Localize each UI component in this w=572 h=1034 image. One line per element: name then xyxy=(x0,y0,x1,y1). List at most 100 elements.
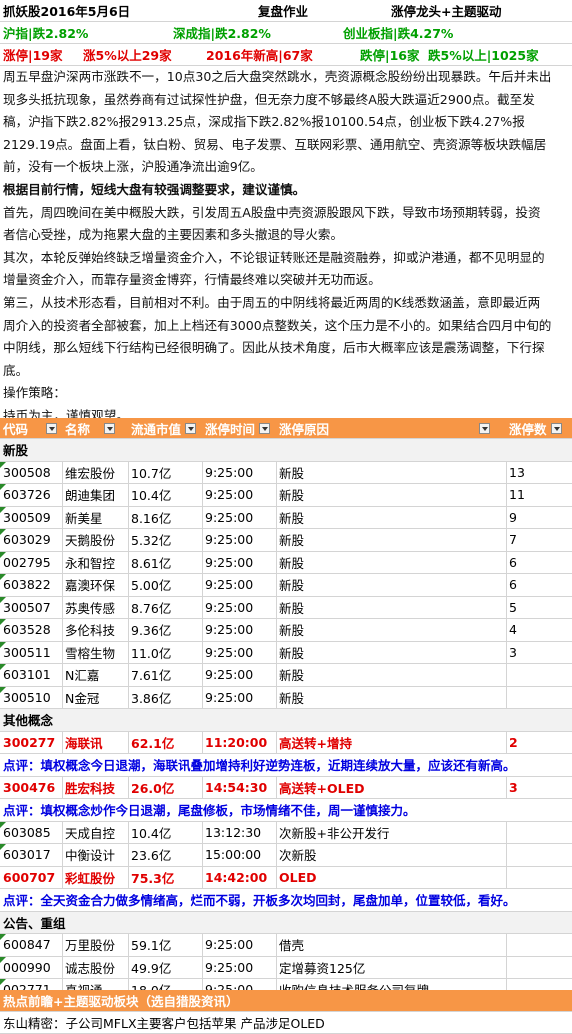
cell-code[interactable]: 300507 xyxy=(0,596,62,619)
cell-time[interactable]: 14:54:30 xyxy=(202,777,276,799)
cell-reason[interactable]: 次新股+非公开发行 xyxy=(276,822,506,844)
cell-reason[interactable]: 定增募资125亿 xyxy=(276,957,506,979)
cell-reason[interactable]: 新股 xyxy=(276,484,506,506)
cell-reason[interactable]: OLED xyxy=(276,867,506,889)
table-row[interactable]: 603017 中衡设计 23.6亿 15:00:00 次新股 xyxy=(0,844,572,867)
cell-count[interactable]: 5 xyxy=(506,597,572,619)
cell-cap[interactable]: 8.61亿 xyxy=(128,552,202,574)
filter-dropdown-icon[interactable] xyxy=(479,422,491,434)
cell-reason[interactable]: 次新股 xyxy=(276,844,506,866)
filter-dropdown-icon[interactable] xyxy=(104,422,116,434)
table-row[interactable]: 603528 多伦科技 9.36亿 9:25:00 新股 4 xyxy=(0,619,572,642)
cell-cap[interactable]: 8.76亿 xyxy=(128,597,202,619)
cell-cap[interactable]: 49.9亿 xyxy=(128,957,202,979)
cell-name[interactable]: 天鹅股份 xyxy=(62,529,128,551)
cell-name[interactable]: 诚志股份 xyxy=(62,957,128,979)
cell-reason[interactable]: 新股 xyxy=(276,642,506,664)
cell-name[interactable]: 新美星 xyxy=(62,507,128,529)
cell-code[interactable]: 300510 xyxy=(0,686,62,709)
cell-time[interactable]: 9:25:00 xyxy=(202,642,276,664)
table-row[interactable]: 300509 新美星 8.16亿 9:25:00 新股 9 xyxy=(0,506,572,529)
cell-name[interactable]: 苏奥传感 xyxy=(62,597,128,619)
cell-code[interactable]: 603101 xyxy=(0,664,62,686)
cell-reason[interactable]: 新股 xyxy=(276,507,506,529)
cell-name[interactable]: 天成自控 xyxy=(62,822,128,844)
cell-name[interactable]: 万里股份 xyxy=(62,934,128,956)
cell-reason[interactable]: 新股 xyxy=(276,529,506,551)
table-row[interactable]: 000990 诚志股份 49.9亿 9:25:00 定增募资125亿 xyxy=(0,956,572,979)
cell-name[interactable]: 多伦科技 xyxy=(62,619,128,641)
table-row[interactable]: 603101 N汇嘉 7.61亿 9:25:00 新股 xyxy=(0,664,572,687)
cell-name[interactable]: N汇嘉 xyxy=(62,664,128,686)
col-time-header[interactable]: 涨停时间 xyxy=(202,418,276,438)
filter-dropdown-icon[interactable] xyxy=(259,422,271,434)
cell-name[interactable]: 中衡设计 xyxy=(62,844,128,866)
cell-count[interactable]: 9 xyxy=(506,507,572,529)
table-row[interactable]: 603726 朗迪集团 10.4亿 9:25:00 新股 11 xyxy=(0,484,572,507)
cell-cap[interactable]: 5.32亿 xyxy=(128,529,202,551)
cell-reason[interactable]: 借壳 xyxy=(276,934,506,956)
cell-name[interactable]: 彩虹股份 xyxy=(62,867,128,889)
cell-code[interactable]: 603822 xyxy=(0,574,62,596)
cell-code[interactable]: 000990 xyxy=(0,956,62,979)
table-row[interactable]: 300511 雪榕生物 11.0亿 9:25:00 新股 3 xyxy=(0,641,572,664)
cell-time[interactable]: 9:25:00 xyxy=(202,529,276,551)
cell-count[interactable] xyxy=(506,934,572,956)
cell-time[interactable]: 9:25:00 xyxy=(202,574,276,596)
col-reason-header[interactable]: 涨停原因 xyxy=(276,418,506,438)
cell-reason[interactable]: 新股 xyxy=(276,687,506,709)
table-row[interactable]: 300507 苏奥传感 8.76亿 9:25:00 新股 5 xyxy=(0,596,572,619)
table-row[interactable]: 600707 彩虹股份 75.3亿 14:42:00 OLED xyxy=(0,866,572,889)
cell-reason[interactable]: 高送转+OLED xyxy=(276,777,506,799)
cell-code[interactable]: 300277 xyxy=(0,732,62,754)
table-row[interactable]: 603029 天鹅股份 5.32亿 9:25:00 新股 7 xyxy=(0,529,572,552)
filter-dropdown-icon[interactable] xyxy=(46,422,58,434)
cell-time[interactable]: 9:25:00 xyxy=(202,619,276,641)
col-cap-header[interactable]: 流通市值 xyxy=(128,418,202,438)
table-row[interactable]: 300508 维宏股份 10.7亿 9:25:00 新股 13 xyxy=(0,461,572,484)
cell-code[interactable]: 603085 xyxy=(0,821,62,844)
cell-time[interactable]: 9:25:00 xyxy=(202,934,276,956)
cell-count[interactable]: 13 xyxy=(506,462,572,484)
cell-time[interactable]: 9:25:00 xyxy=(202,552,276,574)
cell-code[interactable]: 002795 xyxy=(0,551,62,574)
cell-count[interactable]: 3 xyxy=(506,642,572,664)
cell-cap[interactable]: 9.36亿 xyxy=(128,619,202,641)
cell-cap[interactable]: 26.0亿 xyxy=(128,777,202,799)
table-row[interactable]: 300510 N金冠 3.86亿 9:25:00 新股 xyxy=(0,686,572,709)
cell-reason[interactable]: 新股 xyxy=(276,619,506,641)
cell-code[interactable]: 300509 xyxy=(0,506,62,529)
cell-count[interactable]: 6 xyxy=(506,552,572,574)
cell-count[interactable] xyxy=(506,844,572,866)
cell-count[interactable]: 11 xyxy=(506,484,572,506)
cell-cap[interactable]: 5.00亿 xyxy=(128,574,202,596)
col-count-header[interactable]: 涨停数 xyxy=(506,418,572,438)
col-code-header[interactable]: 代码 xyxy=(0,418,62,438)
cell-name[interactable]: 永和智控 xyxy=(62,552,128,574)
table-row[interactable]: 600847 万里股份 59.1亿 9:25:00 借壳 xyxy=(0,934,572,957)
cell-name[interactable]: 海联讯 xyxy=(62,732,128,754)
cell-count[interactable] xyxy=(506,687,572,709)
cell-count[interactable] xyxy=(506,867,572,889)
cell-reason[interactable]: 新股 xyxy=(276,664,506,686)
cell-reason[interactable]: 新股 xyxy=(276,597,506,619)
cell-time[interactable]: 9:25:00 xyxy=(202,507,276,529)
cell-cap[interactable]: 7.61亿 xyxy=(128,664,202,686)
cell-code[interactable]: 300511 xyxy=(0,641,62,664)
cell-code[interactable]: 600847 xyxy=(0,934,62,956)
cell-cap[interactable]: 10.4亿 xyxy=(128,484,202,506)
cell-cap[interactable]: 10.7亿 xyxy=(128,462,202,484)
cell-name[interactable]: 雪榕生物 xyxy=(62,642,128,664)
cell-code[interactable]: 603528 xyxy=(0,619,62,641)
cell-time[interactable]: 9:25:00 xyxy=(202,664,276,686)
filter-dropdown-icon[interactable] xyxy=(550,422,562,434)
cell-cap[interactable]: 3.86亿 xyxy=(128,687,202,709)
cell-time[interactable]: 14:42:00 xyxy=(202,867,276,889)
cell-name[interactable]: 胜宏科技 xyxy=(62,777,128,799)
cell-code[interactable]: 603726 xyxy=(0,484,62,506)
cell-reason[interactable]: 新股 xyxy=(276,462,506,484)
cell-name[interactable]: 嘉澳环保 xyxy=(62,574,128,596)
cell-cap[interactable]: 8.16亿 xyxy=(128,507,202,529)
cell-reason[interactable]: 高送转+增持 xyxy=(276,732,506,754)
cell-code[interactable]: 300476 xyxy=(0,777,62,799)
